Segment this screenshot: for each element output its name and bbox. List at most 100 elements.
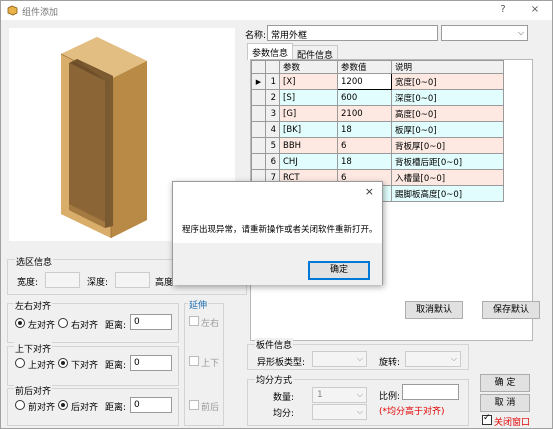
special-panel-type-label: 异形板类型: [257,358,306,368]
table-header-row: 参数 参数值 说明 [251,60,504,74]
split-label: 均分: [273,409,295,419]
extend-ud-checkbox[interactable] [189,356,199,366]
value-cell[interactable]: 18 [337,153,392,170]
value-cell[interactable]: 6 [337,137,392,154]
param-cell[interactable]: [BK] [279,121,338,138]
desc-cell[interactable]: 踢脚板高度[0~0] [391,185,504,202]
name-label: 名称: [245,31,267,41]
table-row[interactable]: ▶ 1 [X] 1200 宽度[0~0] [251,73,504,90]
extend-lr-label: 左右 [201,319,220,329]
desc-cell[interactable]: 深度[0~0] [391,89,504,106]
chevron-down-icon: ⌵ [356,354,363,363]
split-select[interactable]: ⌵ [312,404,367,420]
param-cell[interactable]: [X] [279,73,338,90]
close-window-label: 关闭窗口 [494,418,531,428]
chevron-down-icon: ⌵ [356,390,363,399]
lr-align-title: 左右对齐 [14,299,53,312]
cancel-button[interactable]: 取 消 [480,394,530,412]
desc-cell[interactable]: 背板厚[0~0] [391,137,504,154]
header-corner [251,60,266,74]
left-align-radio[interactable] [15,318,25,328]
lr-distance-label: 距离: [105,321,127,331]
component-add-window: 组件添加 ? × 名称: 常用外框 ⌵ 参数信息 配件信息 参数 参数值 说明 … [0,0,553,429]
fb-distance-label: 距离: [105,403,127,413]
selection-info-title: 选区信息 [15,255,54,268]
table-row[interactable]: 6 CHJ 18 背板槽后距[0~0] [251,153,504,170]
extend-fb-checkbox[interactable] [189,400,199,410]
app-icon [7,5,18,16]
fb-align-title: 前后对齐 [14,384,53,397]
rotate-select[interactable]: ⌵ [405,351,461,367]
ud-distance-input[interactable]: 0 [130,355,172,371]
row-number: 1 [265,73,280,90]
tab-param-info[interactable]: 参数信息 [247,43,294,60]
close-window-button[interactable]: × [528,4,542,15]
param-cell[interactable]: [S] [279,89,338,106]
extend-fb-label: 前后 [201,403,220,413]
value-cell[interactable]: 2100 [337,105,392,122]
cancel-default-button[interactable]: 取消默认 [405,301,463,319]
right-align-radio[interactable] [58,318,68,328]
lr-distance-input[interactable]: 0 [130,314,172,330]
right-align-label: 右对齐 [71,321,99,331]
front-align-label: 前对齐 [28,403,56,413]
extend-lr-checkbox[interactable] [189,316,199,326]
count-value: 1 [317,390,323,400]
back-align-radio[interactable] [58,400,68,410]
value-cell[interactable]: 1200 [337,73,392,90]
help-button[interactable]: ? [496,4,510,15]
param-cell[interactable]: [G] [279,105,338,122]
header-desc: 说明 [391,60,504,74]
split-title: 均分方式 [255,373,294,386]
window-title: 组件添加 [22,8,59,18]
table-row[interactable]: 4 [BK] 18 板厚[0~0] [251,121,504,138]
desc-cell[interactable]: 板厚[0~0] [391,121,504,138]
name-input[interactable]: 常用外框 [267,25,438,41]
desc-cell[interactable]: 背板槽后距[0~0] [391,153,504,170]
extend-ud-label: 上下 [201,359,220,369]
header-index [265,60,280,74]
table-row[interactable]: 2 [S] 600 深度[0~0] [251,89,504,106]
special-panel-type-select[interactable]: ⌵ [312,351,367,367]
width-input[interactable] [45,272,80,288]
left-align-label: 左对齐 [28,321,56,331]
value-cell[interactable]: 18 [337,121,392,138]
close-window-checkbox[interactable] [482,413,492,425]
rotate-label: 旋转: [379,358,401,368]
depth-label: 深度: [87,278,109,288]
up-align-radio[interactable] [15,358,25,368]
desc-cell[interactable]: 宽度[0~0] [391,73,504,90]
dialog-ok-button[interactable]: 确定 [308,261,370,280]
depth-input[interactable] [115,272,150,288]
desc-cell[interactable]: 入槽量[0~0] [391,169,504,186]
name-dropdown[interactable]: ⌵ [441,25,528,41]
ok-button[interactable]: 确 定 [480,374,530,392]
ud-align-title: 上下对齐 [14,342,53,355]
param-cell[interactable]: CHJ [279,153,338,170]
ratio-label: 比例: [379,392,401,402]
desc-cell[interactable]: 高度[0~0] [391,105,504,122]
down-align-radio[interactable] [58,358,68,368]
dialog-close-icon[interactable]: × [365,185,374,198]
down-align-label: 下对齐 [71,361,99,371]
count-select[interactable]: 1 ⌵ [312,387,367,403]
fb-distance-input[interactable]: 0 [130,397,172,413]
extend-title: 延伸 [188,298,209,311]
row-number: 4 [265,121,280,138]
tab-fitting-info[interactable]: 配件信息 [292,45,339,61]
dialog-message: 程序出现异常，请重新操作或者关闭软件重新打开。 [182,225,378,235]
save-default-button[interactable]: 保存默认 [482,301,540,319]
row-number: 6 [265,153,280,170]
table-row[interactable]: 5 BBH 6 背板厚[0~0] [251,137,504,154]
header-value: 参数值 [337,60,392,74]
back-align-label: 后对齐 [71,403,99,413]
split-hint: (*均分高于对齐) [379,407,445,417]
table-row[interactable]: 3 [G] 2100 高度[0~0] [251,105,504,122]
param-cell[interactable]: BBH [279,137,338,154]
header-param: 参数 [279,60,338,74]
front-align-radio[interactable] [15,400,25,410]
count-label: 数量: [273,393,295,403]
value-cell[interactable]: 600 [337,89,392,106]
ratio-input[interactable] [402,384,459,400]
error-dialog: × 程序出现异常，请重新操作或者关闭软件重新打开。 确定 [172,181,383,285]
